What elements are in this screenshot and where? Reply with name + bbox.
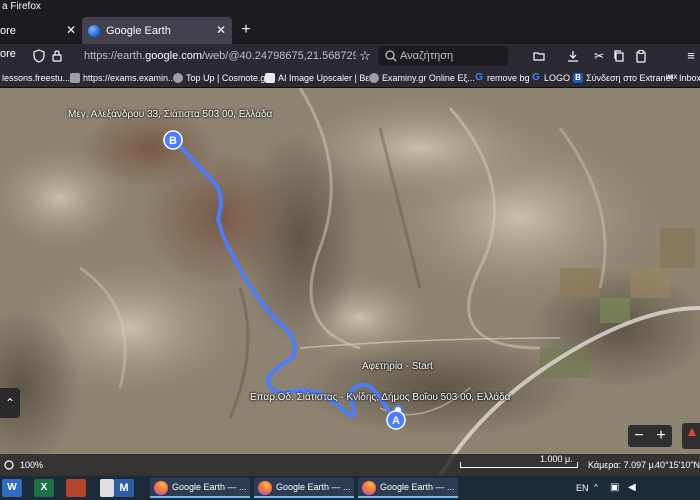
coordinates: 40°15'10"N: [655, 460, 700, 470]
label-destination: Μεγ. Αλεξάνδρου 33, Σιάτιστα 503 00, Ελλ…: [68, 109, 273, 120]
label-origin: Επαρ.Οδ. Σιάτιστας - Κνίδης, Δήμος Βοΐου…: [250, 392, 511, 403]
firefox-icon: [154, 481, 168, 495]
bookmark-extranet[interactable]: B Σύνδεση στο Extranet: [573, 71, 673, 85]
desktop-screen: a Firefox ore ✕ Google Earth ✕ + ore htt…: [0, 0, 700, 500]
keyboard-language[interactable]: EN: [576, 476, 589, 500]
bookmark-label: remove bg: [487, 73, 530, 83]
bookmark-examiny[interactable]: Examiny.gr Online Εξ...: [369, 71, 475, 85]
taskbar-window-label: Google Earth — ...: [380, 482, 455, 492]
svg-text:A: A: [392, 415, 400, 427]
bookmark-lessons[interactable]: lessons.freestu...: [2, 71, 70, 85]
taskbar: W X M Google Earth — ... Google Earth — …: [0, 476, 700, 500]
tab-label: Google Earth: [106, 24, 171, 37]
marker-b[interactable]: B: [163, 130, 183, 150]
taskbar-window-firefox-2[interactable]: Google Earth — ...: [254, 478, 354, 498]
scissors-icon[interactable]: ✂: [592, 49, 606, 63]
shield-icon[interactable]: [32, 49, 46, 63]
tab-inactive[interactable]: ore ✕: [0, 17, 80, 44]
svg-text:B: B: [169, 135, 177, 147]
chevron-up-icon: ⌃: [4, 396, 16, 410]
g-icon: G: [532, 72, 540, 83]
url-bar[interactable]: https://earth.google.com/web/@40.2479867…: [66, 46, 356, 66]
bookmark-label: Σύνδεση στο Extranet: [586, 73, 674, 83]
expand-panel-button[interactable]: ⌃: [0, 388, 20, 418]
search-placeholder: Αναζήτηση: [400, 50, 454, 62]
menu-icon[interactable]: ≡: [684, 49, 698, 63]
powerpoint-icon[interactable]: [66, 479, 86, 497]
satellite-terrain: B A: [0, 88, 700, 476]
network-icon[interactable]: ▣: [610, 476, 619, 500]
globe-icon: [369, 73, 379, 83]
search-icon: [385, 50, 397, 62]
star-icon[interactable]: ☆: [358, 49, 372, 63]
bookmark-label: Inbox: [679, 73, 700, 83]
taskbar-window-label: Google Earth — ...: [172, 482, 247, 492]
taskbar-window-label: Google Earth — ...: [276, 482, 351, 492]
firefox-icon: [258, 481, 272, 495]
url-prefix: https://earth.: [84, 50, 146, 62]
bookmark-exams[interactable]: https://exams.examin...: [70, 71, 176, 85]
zoom-control: − +: [628, 425, 672, 447]
bookmark-logo[interactable]: G LOGO: [531, 71, 570, 85]
bookmark-label: Examiny.gr Online Εξ...: [382, 73, 475, 83]
bookmark-label: lessons.freestu...: [2, 73, 71, 83]
link-icon: [70, 73, 80, 83]
bookmark-cosmote[interactable]: Top Up | Cosmote.gr: [173, 71, 268, 85]
bookmark-label: Top Up | Cosmote.gr: [186, 73, 269, 83]
bookmark-remove-bg[interactable]: G remove bg: [474, 71, 530, 85]
firefox-icon: [362, 481, 376, 495]
compass-button[interactable]: [682, 423, 700, 449]
excel-icon[interactable]: X: [34, 479, 54, 497]
bookmark-ai-upscaler[interactable]: AI Image Upscaler | Βε...: [265, 71, 377, 85]
word-icon[interactable]: W: [2, 479, 22, 497]
scale-label: 1.000 μ.: [540, 454, 573, 464]
label-start: Αφετηρία - Start: [362, 361, 433, 372]
zoom-out-button[interactable]: −: [628, 425, 650, 447]
tab-google-earth[interactable]: Google Earth ✕: [82, 17, 232, 44]
close-icon[interactable]: ✕: [216, 23, 226, 37]
url-host: google.com: [145, 50, 203, 62]
url-rest: /web/@40.24798675,21.56872912,807.2: [202, 50, 356, 62]
satellite-map[interactable]: B A Μεγ. Αλεξάνδρου 33, Σιάτιστα 503 00,…: [0, 88, 700, 476]
window-title: a Firefox: [0, 0, 700, 14]
folder-icon[interactable]: [532, 49, 546, 63]
tab-strip: ore ✕ Google Earth ✕ +: [0, 14, 700, 44]
zoom-in-button[interactable]: +: [650, 425, 672, 447]
wix-icon: WIX: [666, 75, 678, 81]
tab-label: ore: [0, 24, 16, 37]
chevron-up-icon[interactable]: ^: [594, 476, 598, 500]
bookmarks-bar: lessons.freestu... https://exams.examin.…: [0, 68, 700, 88]
bookmark-label: https://exams.examin...: [83, 73, 176, 83]
compass-icon: [688, 428, 696, 436]
bookmark-label: AI Image Upscaler | Βε...: [278, 73, 377, 83]
app-m-icon[interactable]: M: [114, 479, 134, 497]
google-earth-icon: [88, 24, 100, 37]
b-icon: B: [573, 73, 583, 83]
close-icon[interactable]: ✕: [66, 23, 76, 37]
globe-icon[interactable]: [4, 460, 14, 470]
bookmark-inbox[interactable]: WIX Inbox: [666, 71, 700, 85]
taskbar-window-firefox-3[interactable]: Google Earth — ...: [358, 478, 458, 498]
volume-icon[interactable]: ◀: [628, 476, 636, 500]
g-icon: G: [475, 72, 483, 83]
camera-altitude: Κάμερα: 7.097 μ.: [588, 460, 657, 470]
ai-icon: [265, 73, 275, 83]
lock-icon[interactable]: [50, 49, 64, 63]
nav-home-label: ore: [0, 48, 16, 60]
zoom-level: 100%: [20, 460, 44, 470]
navigation-bar: ore https://earth.google.com/web/@40.247…: [0, 44, 700, 68]
copy-icon[interactable]: [612, 49, 626, 63]
download-icon[interactable]: [566, 49, 580, 63]
globe-icon: [173, 73, 183, 83]
map-status-bar: 100% 1.000 μ. Κάμερα: 7.097 μ. 40°15'10"…: [0, 454, 700, 476]
taskbar-window-firefox-1[interactable]: Google Earth — ...: [150, 478, 250, 498]
paste-icon[interactable]: [634, 49, 648, 63]
marker-a[interactable]: A: [386, 410, 406, 430]
pdf-icon[interactable]: [100, 479, 114, 497]
new-tab-button[interactable]: +: [236, 20, 256, 40]
bookmark-label: LOGO: [544, 73, 571, 83]
